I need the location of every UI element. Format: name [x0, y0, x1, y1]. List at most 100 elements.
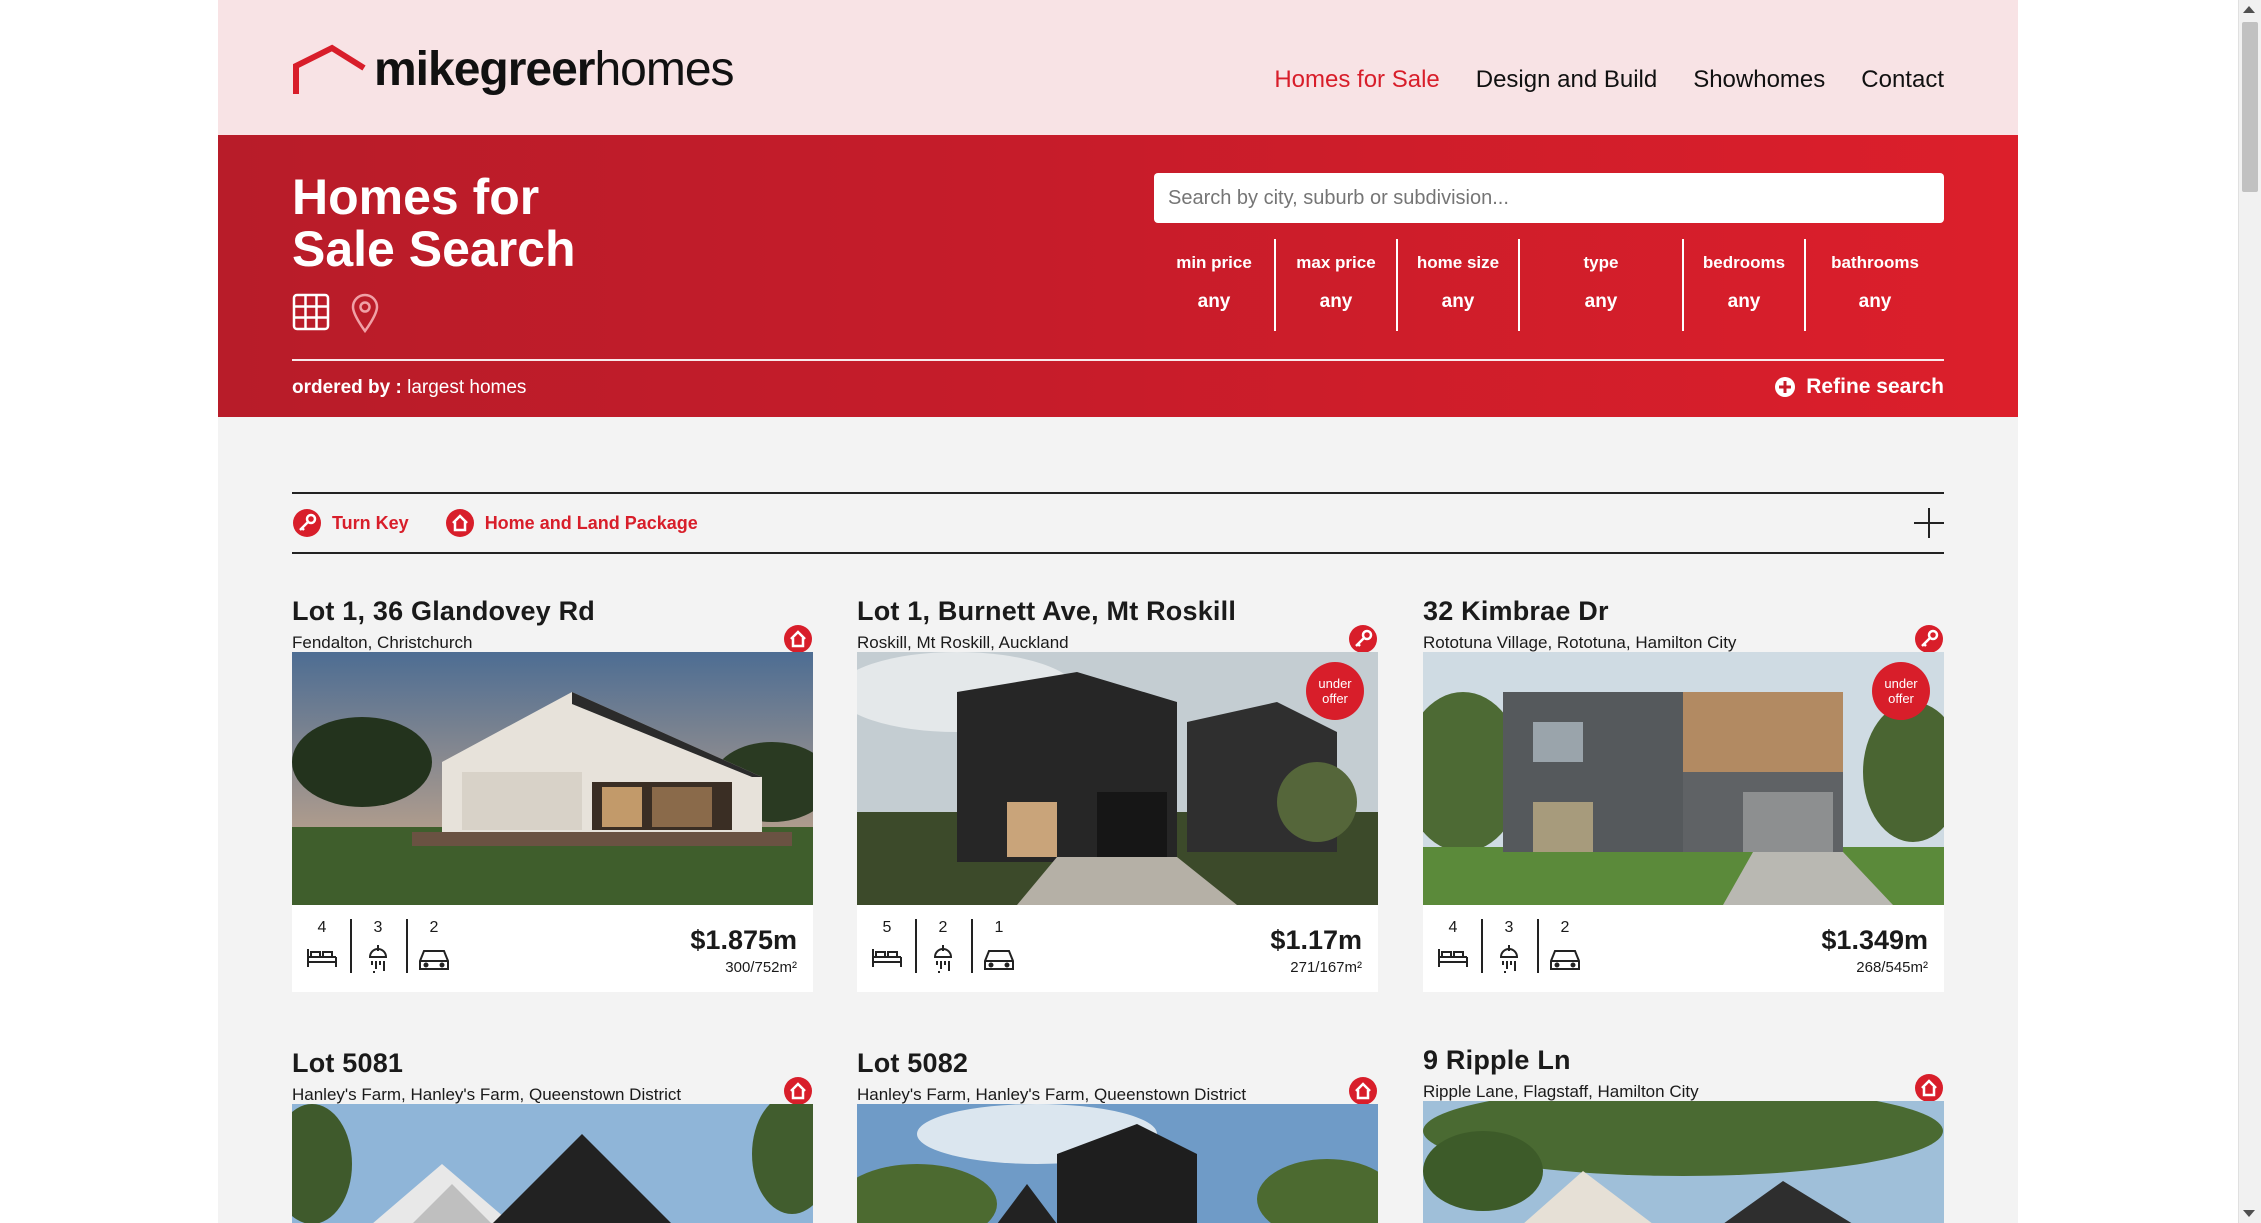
listing-card[interactable]: Lot 1, 36 Glandovey Rd Fendalton, Christ… — [292, 596, 813, 992]
filter-bedrooms[interactable]: bedrooms any — [1684, 239, 1806, 331]
nav-showhomes[interactable]: Showhomes — [1693, 66, 1825, 94]
nav-homes-for-sale[interactable]: Homes for Sale — [1274, 66, 1439, 94]
garage-count: 1 — [994, 919, 1004, 936]
page-title: Homes for Sale Search — [292, 169, 576, 277]
garage-stat: 2 — [1539, 919, 1591, 973]
plus-icon[interactable] — [1914, 508, 1944, 538]
divider — [292, 359, 1944, 361]
legend-turn-key: Turn Key — [292, 508, 409, 538]
listing-details: 5 2 1 $1.17m 271/167m² — [857, 905, 1378, 992]
refine-search-button[interactable]: Refine search — [1774, 375, 1944, 399]
listing-location: Ripple Lane, Flagstaff, Hamilton City — [1423, 1082, 1699, 1101]
logo-text: mikegreerhomes — [374, 43, 735, 96]
listing-title[interactable]: Lot 5082 — [857, 1048, 1378, 1079]
filter-label: home size — [1416, 253, 1500, 272]
listing-card[interactable]: 32 Kimbrae Dr Rototuna Village, Rototuna… — [1423, 596, 1944, 992]
filter-home-size[interactable]: home size any — [1398, 239, 1520, 331]
listing-card[interactable]: Lot 5082 Hanley's Farm, Hanley's Farm, Q… — [857, 1048, 1378, 1223]
home-icon — [784, 625, 812, 653]
scroll-up-arrow[interactable] — [2243, 6, 2255, 13]
garage-stat: 1 — [973, 919, 1025, 973]
sort-label: ordered by : — [292, 377, 402, 398]
status-badge: under offer — [1306, 662, 1364, 720]
logo[interactable]: mikegreerhomes — [292, 43, 735, 96]
key-icon — [1915, 625, 1943, 653]
filter-value: any — [1858, 291, 1892, 312]
listing-photo[interactable]: under offer — [857, 652, 1378, 905]
nav-design-and-build[interactable]: Design and Build — [1476, 66, 1657, 94]
bed-icon — [1438, 949, 1468, 967]
legend-home-land-label: Home and Land Package — [484, 512, 698, 533]
listing-location: Hanley's Farm, Hanley's Farm, Queenstown… — [857, 1085, 1247, 1104]
search-hero: Homes for Sale Search min price any max … — [218, 135, 2018, 417]
listing-photo[interactable] — [292, 652, 813, 905]
search-input[interactable] — [1154, 173, 1944, 223]
site-header: mikegreerhomes Homes for Sale Design and… — [218, 0, 2018, 135]
bed-icon — [307, 949, 337, 967]
bedrooms-count: 4 — [317, 919, 327, 936]
key-icon — [1349, 625, 1377, 653]
status-badge: under offer — [1872, 662, 1930, 720]
listing-price: $1.17m — [1270, 925, 1362, 955]
view-toggle — [292, 293, 380, 333]
listing-card[interactable]: Lot 1, Burnett Ave, Mt Roskill Roskill, … — [857, 596, 1378, 992]
scroll-down-arrow[interactable] — [2243, 1210, 2255, 1217]
bedrooms-stat: 4 — [296, 919, 348, 971]
bedrooms-count: 4 — [1448, 919, 1458, 936]
bathrooms-stat: 3 — [1483, 919, 1535, 975]
key-icon — [293, 509, 321, 537]
listing-photo[interactable]: under offer — [1423, 652, 1944, 905]
bathrooms-count: 3 — [1504, 919, 1514, 936]
filter-bar: min price any max price any home size an… — [1154, 239, 1944, 331]
shower-icon — [933, 945, 953, 973]
listing-title[interactable]: Lot 5081 — [292, 1048, 813, 1079]
bathrooms-stat: 2 — [917, 919, 969, 975]
page: mikegreerhomes Homes for Sale Design and… — [218, 0, 2018, 1223]
filter-value: any — [1441, 291, 1475, 312]
filter-label: bedrooms — [1702, 253, 1786, 272]
sort-order[interactable]: ordered by : largest homes — [292, 377, 526, 399]
home-icon — [1349, 1077, 1377, 1105]
filter-label: min price — [1176, 253, 1252, 272]
grid-view-icon[interactable] — [292, 293, 330, 331]
filter-min-price[interactable]: min price any — [1154, 239, 1276, 331]
bedrooms-stat: 4 — [1427, 919, 1479, 971]
listing-title[interactable]: Lot 1, 36 Glandovey Rd — [292, 596, 813, 627]
bed-icon — [872, 949, 902, 967]
home-icon — [445, 509, 474, 537]
bedrooms-stat: 5 — [861, 919, 913, 971]
filter-value: any — [1319, 291, 1353, 312]
listing-title[interactable]: 32 Kimbrae Dr — [1423, 596, 1944, 627]
bathrooms-count: 3 — [373, 919, 383, 936]
property-type-legend: Turn Key Home and Land Package — [292, 492, 1944, 554]
listing-photo[interactable] — [292, 1104, 813, 1223]
listing-photo[interactable] — [857, 1104, 1378, 1223]
main-nav: Homes for Sale Design and Build Showhome… — [1274, 66, 1944, 94]
bathrooms-count: 2 — [938, 919, 948, 936]
listing-location: Hanley's Farm, Hanley's Farm, Queenstown… — [292, 1085, 682, 1104]
listing-title[interactable]: 9 Ripple Ln — [1423, 1045, 1944, 1076]
bathrooms-stat: 3 — [352, 919, 404, 975]
listing-title[interactable]: Lot 1, Burnett Ave, Mt Roskill — [857, 596, 1378, 627]
listing-card[interactable]: Lot 5081 Hanley's Farm, Hanley's Farm, Q… — [292, 1048, 813, 1223]
filter-max-price[interactable]: max price any — [1276, 239, 1398, 331]
filter-label: max price — [1296, 253, 1376, 272]
scrollbar[interactable] — [2238, 0, 2261, 1223]
legend-home-land: Home and Land Package — [445, 508, 698, 538]
filter-type[interactable]: type any — [1520, 239, 1684, 331]
garage-stat: 2 — [408, 919, 460, 973]
filter-label: bathrooms — [1831, 253, 1919, 272]
listing-card[interactable]: 9 Ripple Ln Ripple Lane, Flagstaff, Hami… — [1423, 1045, 1944, 1223]
listing-size: 300/752m² — [725, 959, 797, 976]
listing-size: 271/167m² — [1290, 959, 1362, 976]
listing-location: Roskill, Mt Roskill, Auckland — [857, 633, 1069, 652]
home-icon — [1915, 1074, 1943, 1102]
listing-price: $1.875m — [690, 925, 797, 955]
map-pin-icon[interactable] — [350, 293, 380, 333]
car-icon — [419, 950, 449, 970]
scrollbar-thumb[interactable] — [2242, 22, 2258, 192]
nav-contact[interactable]: Contact — [1861, 66, 1944, 94]
filter-bathrooms[interactable]: bathrooms any — [1806, 239, 1944, 331]
listing-photo[interactable] — [1423, 1101, 1944, 1223]
listing-location: Rototuna Village, Rototuna, Hamilton Cit… — [1423, 633, 1737, 652]
